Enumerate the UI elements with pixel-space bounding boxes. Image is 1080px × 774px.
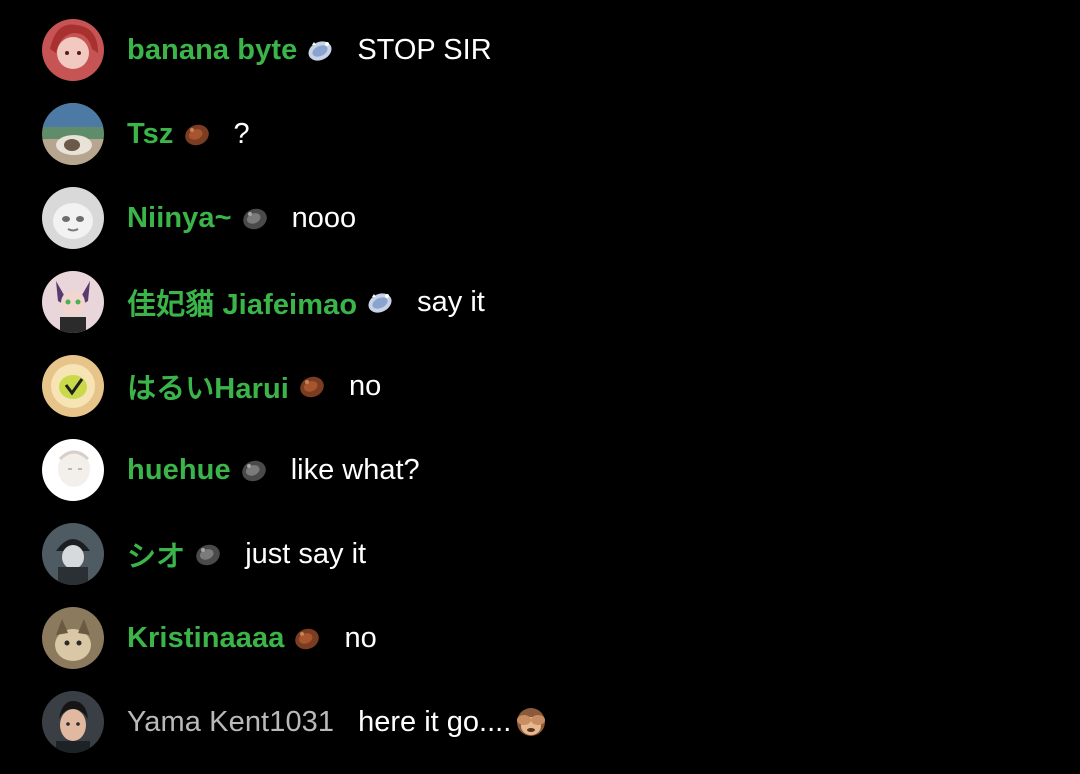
avatar[interactable]: [42, 103, 104, 165]
message-text: like what?: [290, 453, 420, 486]
message-text: nooo: [291, 201, 357, 234]
brown-badge-icon: [297, 371, 327, 401]
avatar[interactable]: [42, 187, 104, 249]
crystal-badge-icon: [305, 35, 335, 65]
gray-badge-icon: [239, 455, 269, 485]
gray-badge-icon: [240, 203, 270, 233]
gray-badge-icon: [193, 539, 223, 569]
see-no-evil-monkey-icon: [513, 704, 549, 740]
username[interactable]: Tsz: [127, 118, 174, 151]
message-text: just say it: [245, 537, 367, 570]
message-text: say it: [417, 285, 485, 318]
avatar[interactable]: [42, 271, 104, 333]
username[interactable]: Kristinaaaa: [127, 622, 284, 655]
chat-message: Niinya~ nooo: [42, 186, 356, 250]
chat-message: banana byte STOP SIR: [42, 18, 492, 82]
message-text: no: [348, 369, 382, 402]
username[interactable]: シオ: [127, 533, 185, 575]
message-text: STOP SIR: [357, 33, 492, 66]
crystal-badge-icon: [365, 287, 395, 317]
username[interactable]: はるいHarui: [127, 365, 289, 407]
chat-message: シオ just say it: [42, 522, 366, 586]
message-text: here it go....: [358, 705, 512, 738]
username[interactable]: Niinya~: [127, 202, 232, 235]
brown-badge-icon: [182, 119, 212, 149]
chat-message: huehue like what?: [42, 438, 420, 502]
avatar[interactable]: [42, 19, 104, 81]
avatar[interactable]: [42, 523, 104, 585]
message-text: no: [344, 621, 377, 654]
avatar[interactable]: [42, 607, 104, 669]
chat-message: Tsz ?: [42, 102, 250, 166]
chat-message: Yama Kent1031 here it go....: [42, 690, 549, 754]
chat-message: 佳妃貓 Jiafeimao say it: [42, 270, 485, 334]
message-text: ?: [233, 117, 250, 150]
avatar[interactable]: [42, 439, 104, 501]
username[interactable]: banana byte: [127, 34, 297, 67]
chat-message: はるいHarui no: [42, 354, 381, 418]
username[interactable]: 佳妃貓 Jiafeimao: [127, 281, 357, 323]
chat-list: banana byte STOP SIR Tsz ? Niinya~ nooo …: [0, 0, 1080, 774]
chat-message: Kristinaaaa no: [42, 606, 377, 670]
avatar[interactable]: [42, 691, 104, 753]
brown-badge-icon: [292, 623, 322, 653]
username[interactable]: Yama Kent1031: [127, 706, 334, 739]
avatar[interactable]: [42, 355, 104, 417]
username[interactable]: huehue: [127, 454, 231, 487]
